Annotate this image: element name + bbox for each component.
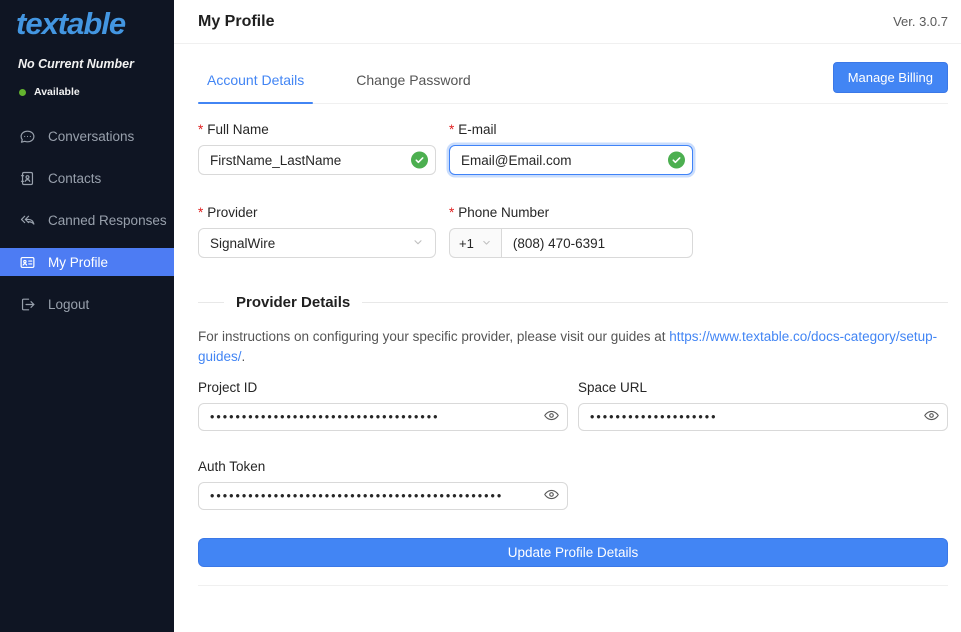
required-asterisk: * [198, 122, 203, 137]
sidebar-item-label: My Profile [48, 255, 108, 270]
space-url-control [578, 403, 948, 431]
full-name-control [198, 145, 436, 175]
tab-change-password[interactable]: Change Password [347, 56, 479, 103]
valid-check-icon [411, 152, 428, 169]
email-control [449, 145, 693, 175]
instructions-suffix: . [242, 349, 246, 364]
main-area: My Profile Ver. 3.0.7 Account Details Ch… [174, 0, 961, 632]
valid-check-icon [668, 152, 685, 169]
email-input[interactable] [449, 145, 693, 175]
message-icon [19, 128, 36, 145]
divider-line [362, 302, 948, 303]
provider-label-text: Provider [207, 205, 257, 220]
space-url-label: Space URL [578, 380, 948, 395]
auth-token-label: Auth Token [198, 459, 568, 474]
tab-label: Change Password [356, 72, 470, 88]
status-row: Available [0, 71, 174, 98]
tab-label: Account Details [207, 72, 304, 88]
eye-icon [923, 407, 940, 427]
provider-field-block: * Provider SignalWire [198, 205, 436, 258]
version-label: Ver. 3.0.7 [893, 14, 948, 29]
chevron-down-icon [481, 236, 492, 251]
provider-details-divider: Provider Details [198, 294, 948, 311]
logout-icon [19, 296, 36, 313]
phone-label: * Phone Number [449, 205, 693, 220]
status-label: Available [34, 86, 80, 98]
auth-token-input[interactable] [198, 482, 568, 510]
space-url-field-block: Space URL [578, 380, 948, 431]
page-title: My Profile [198, 13, 274, 31]
sidebar-item-my-profile[interactable]: My Profile [0, 248, 174, 276]
tab-account-details[interactable]: Account Details [198, 56, 313, 103]
email-label-text: E-mail [458, 122, 496, 137]
phone-number-input[interactable] [501, 228, 693, 258]
sidebar-item-logout[interactable]: Logout [0, 290, 174, 318]
provider-selected-value: SignalWire [210, 236, 275, 251]
required-asterisk: * [449, 122, 454, 137]
sidebar-item-label: Contacts [48, 171, 101, 186]
auth-token-control [198, 482, 568, 510]
contacts-icon [19, 170, 36, 187]
country-code-value: +1 [459, 236, 474, 251]
id-card-icon [19, 254, 36, 271]
full-name-field-block: * Full Name [198, 122, 436, 175]
update-profile-button[interactable]: Update Profile Details [198, 538, 948, 567]
divider-line [198, 302, 224, 303]
current-number-label: No Current Number [0, 42, 174, 71]
phone-field-block: * Phone Number +1 [449, 205, 693, 258]
sidebar-item-label: Logout [48, 297, 89, 312]
credentials-grid: Project ID Space URL [198, 380, 948, 431]
top-header: My Profile Ver. 3.0.7 [174, 0, 961, 44]
provider-instructions: For instructions on configuring your spe… [198, 327, 938, 366]
tabs: Account Details Change Password [198, 56, 480, 103]
profile-content: Account Details Change Password Manage B… [174, 44, 961, 586]
full-name-label-text: Full Name [207, 122, 269, 137]
space-url-input[interactable] [578, 403, 948, 431]
eye-icon [543, 407, 560, 427]
toggle-visibility-button[interactable] [543, 486, 560, 506]
sidebar-item-conversations[interactable]: Conversations [0, 122, 174, 150]
auth-token-field-block: Auth Token [198, 459, 568, 510]
app-window: textable No Current Number Available Con… [0, 0, 961, 632]
phone-control: +1 [449, 228, 693, 258]
phone-label-text: Phone Number [458, 205, 549, 220]
toggle-visibility-button[interactable] [923, 407, 940, 427]
tab-bar: Account Details Change Password Manage B… [198, 56, 948, 104]
provider-label: * Provider [198, 205, 436, 220]
textable-logo[interactable]: textable [0, 0, 174, 42]
project-id-input[interactable] [198, 403, 568, 431]
status-dot-icon [19, 89, 26, 96]
sidebar-item-label: Conversations [48, 129, 134, 144]
country-code-select[interactable]: +1 [449, 228, 501, 258]
sidebar-item-contacts[interactable]: Contacts [0, 164, 174, 192]
project-id-field-block: Project ID [198, 380, 568, 431]
sidebar-item-canned-responses[interactable]: Canned Responses [0, 206, 174, 234]
project-id-label: Project ID [198, 380, 568, 395]
project-id-control [198, 403, 568, 431]
bottom-divider [198, 585, 948, 586]
email-label: * E-mail [449, 122, 693, 137]
account-details-form: * Full Name * E-mail [198, 122, 948, 258]
provider-details-heading: Provider Details [224, 294, 362, 311]
email-field-block: * E-mail [449, 122, 693, 175]
chevron-down-icon [412, 236, 424, 251]
eye-icon [543, 486, 560, 506]
full-name-input[interactable] [198, 145, 436, 175]
canned-responses-icon [19, 212, 36, 229]
instructions-text: For instructions on configuring your spe… [198, 329, 669, 344]
sidebar-item-label: Canned Responses [48, 213, 167, 228]
full-name-label: * Full Name [198, 122, 436, 137]
toggle-visibility-button[interactable] [543, 407, 560, 427]
manage-billing-button[interactable]: Manage Billing [833, 62, 948, 93]
required-asterisk: * [198, 205, 203, 220]
sidebar: textable No Current Number Available Con… [0, 0, 174, 632]
provider-select[interactable]: SignalWire [198, 228, 436, 258]
required-asterisk: * [449, 205, 454, 220]
sidebar-nav: Conversations Contacts Canned Responses … [0, 122, 174, 318]
